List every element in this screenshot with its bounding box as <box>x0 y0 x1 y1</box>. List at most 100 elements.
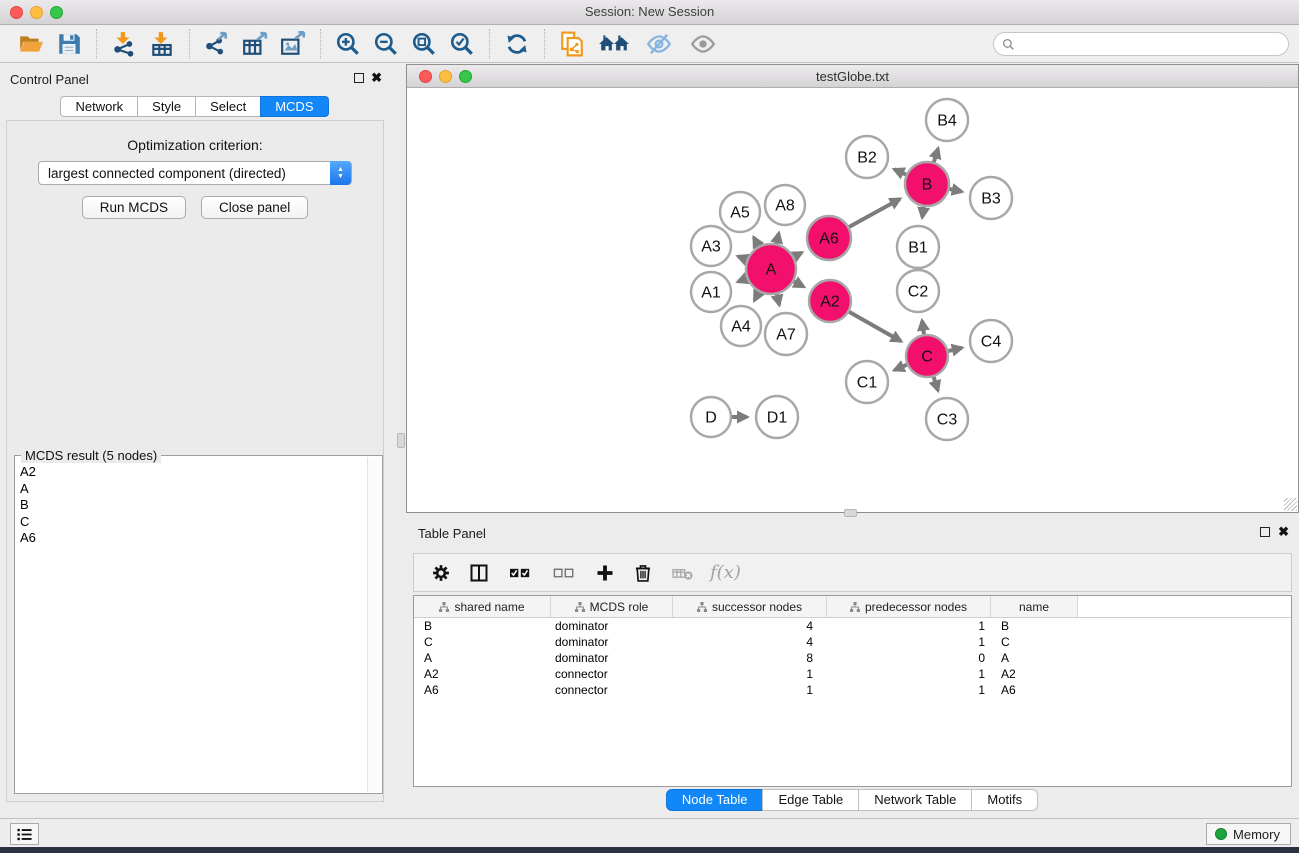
table-cell[interactable]: B <box>991 618 1078 634</box>
table-cell[interactable]: 1 <box>673 682 827 698</box>
graph-node-A4[interactable]: A4 <box>721 306 761 346</box>
search-input[interactable] <box>1020 34 1288 54</box>
table-cell[interactable]: connector <box>551 666 673 682</box>
column-header-predecessor-nodes[interactable]: predecessor nodes <box>827 596 991 617</box>
table-cell[interactable]: connector <box>551 682 673 698</box>
refresh-view-button[interactable] <box>502 29 532 59</box>
run-mcds-button[interactable]: Run MCDS <box>82 196 186 219</box>
table-row[interactable]: A6connector11A6 <box>414 682 1291 698</box>
graph-node-A7[interactable]: A7 <box>765 313 807 355</box>
column-header-name[interactable]: name <box>991 596 1078 617</box>
show-column-button[interactable] <box>466 560 492 586</box>
graph-node-A2[interactable]: A2 <box>809 280 851 322</box>
table-cell[interactable]: A <box>414 650 551 666</box>
delete-column-button[interactable] <box>630 560 656 586</box>
graph-edge-A2-C[interactable] <box>847 310 901 341</box>
table-cell[interactable]: 1 <box>827 682 991 698</box>
table-cell[interactable]: dominator <box>551 618 673 634</box>
table-cell[interactable]: dominator <box>551 650 673 666</box>
table-row[interactable]: Adominator80A <box>414 650 1291 666</box>
export-image-button[interactable] <box>278 29 308 59</box>
graph-node-A3[interactable]: A3 <box>691 226 731 266</box>
graph-node-D[interactable]: D <box>691 397 731 437</box>
table-cell[interactable]: 1 <box>827 634 991 650</box>
search-box[interactable] <box>993 32 1289 56</box>
tab-edge-table[interactable]: Edge Table <box>762 789 859 811</box>
export-table-button[interactable] <box>240 29 270 59</box>
close-table-panel-icon[interactable]: ✖ <box>1278 524 1289 540</box>
export-network-button[interactable] <box>202 29 232 59</box>
graph-edge-A6-B[interactable] <box>847 199 900 228</box>
graph-node-A6[interactable]: A6 <box>807 216 851 260</box>
graph-node-B3[interactable]: B3 <box>970 177 1012 219</box>
table-cell[interactable]: 4 <box>673 618 827 634</box>
control-tab-select[interactable]: Select <box>195 96 261 117</box>
graph-node-C4[interactable]: C4 <box>970 320 1012 362</box>
table-cell[interactable]: 1 <box>827 618 991 634</box>
table-row[interactable]: Cdominator41C <box>414 634 1291 650</box>
table-cell[interactable]: 0 <box>827 650 991 666</box>
table-cell[interactable]: C <box>991 634 1078 650</box>
vertical-splitter-grip[interactable] <box>397 433 405 448</box>
mcds-result-list[interactable]: A2ABCA6 <box>16 464 367 792</box>
graph-node-C3[interactable]: C3 <box>926 398 968 440</box>
add-column-button[interactable] <box>592 560 618 586</box>
table-cell[interactable]: 4 <box>673 634 827 650</box>
table-cell[interactable]: dominator <box>551 634 673 650</box>
select-all-columns-button[interactable] <box>504 560 536 586</box>
open-file-button[interactable] <box>16 29 46 59</box>
graph-node-B[interactable]: B <box>905 162 949 206</box>
graph-node-D1[interactable]: D1 <box>756 396 798 438</box>
table-row[interactable]: A2connector11A2 <box>414 666 1291 682</box>
graph-node-C1[interactable]: C1 <box>846 361 888 403</box>
close-panel-icon[interactable]: ✖ <box>371 70 382 86</box>
save-session-button[interactable] <box>54 29 84 59</box>
zoom-fit-button[interactable] <box>409 29 439 59</box>
hide-selected-button[interactable] <box>641 29 677 59</box>
tab-network-table[interactable]: Network Table <box>858 789 972 811</box>
graph-node-C[interactable]: C <box>906 335 948 377</box>
control-tab-network[interactable]: Network <box>60 96 138 117</box>
show-task-history-button[interactable] <box>10 823 39 845</box>
zoom-in-button[interactable] <box>333 29 363 59</box>
show-all-button[interactable] <box>685 29 721 59</box>
column-header-shared-name[interactable]: shared name <box>414 596 551 617</box>
tab-motifs[interactable]: Motifs <box>971 789 1038 811</box>
graph-node-A[interactable]: A <box>746 244 796 294</box>
control-tab-mcds[interactable]: MCDS <box>260 96 328 117</box>
float-panel-icon[interactable] <box>354 73 364 83</box>
function-builder-button[interactable]: f(x) <box>710 562 741 583</box>
table-cell[interactable]: 1 <box>827 666 991 682</box>
table-cell[interactable]: 1 <box>673 666 827 682</box>
window-resize-grip[interactable] <box>1284 498 1297 511</box>
mcds-result-scrollbar[interactable] <box>367 457 381 792</box>
zoom-out-button[interactable] <box>371 29 401 59</box>
column-header-MCDS-role[interactable]: MCDS role <box>551 596 673 617</box>
new-network-from-selection-button[interactable] <box>557 29 587 59</box>
graph-node-A8[interactable]: A8 <box>765 185 805 225</box>
table-cell[interactable]: C <box>414 634 551 650</box>
table-cell[interactable]: 8 <box>673 650 827 666</box>
horizontal-splitter-grip[interactable] <box>844 509 857 517</box>
criterion-dropdown[interactable]: largest connected component (directed) ▲… <box>38 161 352 185</box>
close-panel-button[interactable]: Close panel <box>201 196 308 219</box>
table-settings-button[interactable] <box>428 560 454 586</box>
table-cell[interactable]: A2 <box>414 666 551 682</box>
import-table-button[interactable] <box>147 29 177 59</box>
deselect-all-columns-button[interactable] <box>548 560 580 586</box>
graph-node-A1[interactable]: A1 <box>691 272 731 312</box>
memory-button[interactable]: Memory <box>1206 823 1291 845</box>
table-cell[interactable]: A2 <box>991 666 1078 682</box>
table-cell[interactable]: A6 <box>991 682 1078 698</box>
import-network-button[interactable] <box>109 29 139 59</box>
delete-table-button[interactable] <box>668 560 698 586</box>
table-cell[interactable]: B <box>414 618 551 634</box>
table-row[interactable]: Bdominator41B <box>414 618 1291 634</box>
zoom-selected-button[interactable] <box>447 29 477 59</box>
tab-node-table[interactable]: Node Table <box>666 789 764 811</box>
graph-node-B4[interactable]: B4 <box>926 99 968 141</box>
graph-node-A5[interactable]: A5 <box>720 192 760 232</box>
graph-node-B2[interactable]: B2 <box>846 136 888 178</box>
table-cell[interactable]: A <box>991 650 1078 666</box>
first-neighbors-button[interactable] <box>595 29 633 59</box>
